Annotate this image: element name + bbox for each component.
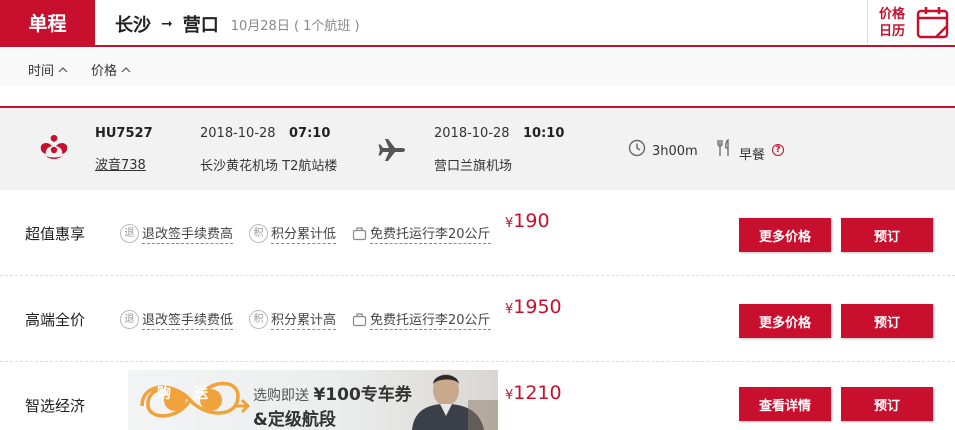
promo-give-label: 送 <box>194 386 208 402</box>
book-button[interactable]: 预订 <box>841 304 933 338</box>
book-button[interactable]: 预订 <box>841 218 933 252</box>
price-amount: 190 <box>513 210 550 232</box>
luggage-icon <box>352 312 367 326</box>
calendar-icon <box>916 7 949 39</box>
more-prices-button[interactable]: 更多价格 <box>739 218 831 252</box>
clock-icon <box>628 139 646 157</box>
refund-tag-text: 退改签手续费低 <box>142 309 234 330</box>
from-city: 长沙 <box>115 15 151 36</box>
fork-knife-icon <box>717 139 729 156</box>
fare-price: ¥1210 <box>505 382 562 404</box>
refund-tag-text: 退改签手续费高 <box>142 223 234 244</box>
refund-tag[interactable]: 退 退改签手续费高 <box>120 190 234 276</box>
right-arrow-icon: ➞ <box>161 16 173 32</box>
book-button[interactable]: 预订 <box>841 387 933 421</box>
flight-duration: 3h00m <box>652 144 698 159</box>
promo-subline: &定级航段 <box>253 410 336 430</box>
promo-person-image <box>412 374 498 430</box>
trip-type-tab[interactable]: 单程 <box>0 0 95 45</box>
search-header: 单程 长沙 ➞ 营口 10月28日 ( 1个航班 ) 价格日历 <box>0 0 955 47</box>
promo-headline: 选购即送 ¥100专车券 <box>253 380 412 405</box>
aircraft-type-link[interactable]: 波音738 <box>95 154 146 173</box>
airplane-icon <box>378 139 405 161</box>
view-details-button[interactable]: 查看详情 <box>739 387 831 421</box>
fare-class-name: 超值惠享 <box>25 224 86 243</box>
arrival-airport: 营口兰旗机场 <box>434 159 513 174</box>
points-tag[interactable]: 积 积分累计高 <box>249 276 337 362</box>
baggage-tag[interactable]: 免费托运行李20公斤 <box>352 190 491 276</box>
points-badge-icon: 积 <box>249 309 268 329</box>
price-calendar-label: 价格日历 <box>878 7 905 39</box>
points-tag[interactable]: 积 积分累计低 <box>249 190 337 276</box>
points-tag-text: 积分累计低 <box>271 223 337 244</box>
refund-badge-icon: 退 <box>120 309 139 329</box>
departure-time: 07:10 <box>289 126 331 141</box>
baggage-tag-text: 免费托运行李20公斤 <box>370 309 491 330</box>
arrival-date: 2018-10-28 <box>434 126 510 141</box>
flight-date-count: 10月28日 ( 1个航班 ) <box>230 18 360 34</box>
sort-price-label: 价格 <box>91 64 118 79</box>
price-amount: 1210 <box>513 382 562 404</box>
points-tag-text: 积分累计高 <box>271 309 337 330</box>
refund-tag[interactable]: 退 退改签手续费低 <box>120 276 234 362</box>
promo-banner[interactable]: 购 送 选购即送 ¥100专车券 &定级航段 <box>128 370 498 430</box>
baggage-tag[interactable]: 免费托运行李20公斤 <box>352 276 491 362</box>
fare-row: 超值惠享 退 退改签手续费高 积 积分累计低 免费托运行李20公斤 ¥190 更… <box>0 190 955 276</box>
route-summary: 长沙 ➞ 营口 10月28日 ( 1个航班 ) <box>115 11 360 37</box>
sort-time-label: 时间 <box>28 64 55 79</box>
promo-buy-label: 购 <box>157 386 171 402</box>
fare-price: ¥190 <box>505 210 550 232</box>
chevron-up-icon <box>58 67 68 73</box>
fare-price: ¥1950 <box>505 296 562 318</box>
fare-row: 高端全价 退 退改签手续费低 积 积分累计高 免费托运行李20公斤 ¥1950 … <box>0 276 955 362</box>
help-icon[interactable]: ? <box>772 144 784 156</box>
baggage-tag-text: 免费托运行李20公斤 <box>370 223 491 244</box>
sort-bar: 时间 价格 <box>0 49 955 86</box>
more-prices-button[interactable]: 更多价格 <box>739 304 831 338</box>
sort-by-price[interactable]: 价格 <box>91 60 131 79</box>
airline-logo-icon <box>40 135 68 159</box>
departure-date: 2018-10-28 <box>200 126 276 141</box>
flight-row[interactable]: HU7527 波音738 2018-10-28 07:10 长沙黄花机场 T2航… <box>0 106 955 190</box>
price-calendar-button[interactable]: 价格日历 <box>867 0 955 45</box>
luggage-icon <box>352 226 367 240</box>
fare-class-name: 高端全价 <box>25 310 86 329</box>
promo-headline-a: 选购即送 <box>253 388 309 404</box>
to-city: 营口 <box>182 15 219 36</box>
departure-airport: 长沙黄花机场 T2航站楼 <box>200 159 338 174</box>
meal-info: 早餐 <box>739 148 766 163</box>
fare-class-name: 智选经济 <box>25 396 86 415</box>
sort-by-time[interactable]: 时间 <box>28 60 68 79</box>
chevron-up-icon <box>121 67 131 73</box>
flight-number: HU7527 <box>95 126 153 141</box>
fare-row: 智选经济 购 送 选购即送 ¥100专车券 &定级航段 ¥1210 查看详情 预… <box>0 362 955 430</box>
price-amount: 1950 <box>513 296 562 318</box>
refund-badge-icon: 退 <box>120 223 139 243</box>
points-badge-icon: 积 <box>249 223 268 243</box>
arrival-time: 10:10 <box>523 126 565 141</box>
